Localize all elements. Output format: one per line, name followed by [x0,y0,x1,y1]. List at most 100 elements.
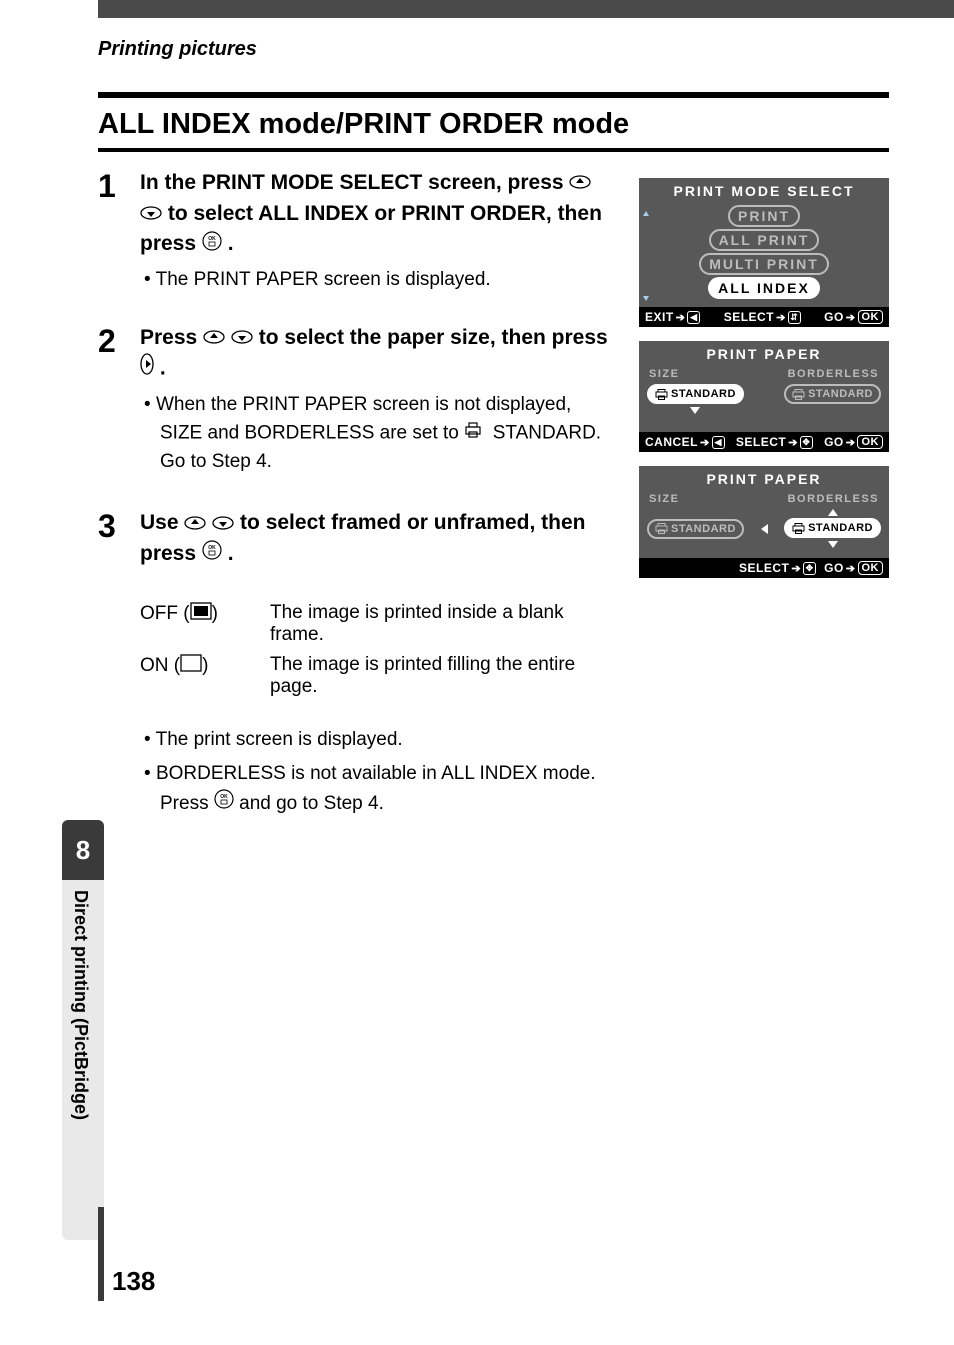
step-number: 3 [98,508,140,697]
ok-key-icon: OK [858,561,884,575]
exit-label: EXIT [645,310,674,324]
screen-mockups: PRINT MODE SELECT PRINT ALL PRINT MULTI … [639,178,889,592]
up-arrow-icon [203,323,225,353]
borderless-standard-pill: STANDARD [784,384,881,404]
page-title: ALL INDEX mode/PRINT ORDER mode [98,108,629,141]
chapter-number: 8 [62,820,104,880]
up-arrow-icon [569,168,591,198]
screen-print-paper-size: PRINT PAPER SIZE BORDERLESS STANDARD STA… [639,341,889,452]
step-2-note: When the PRINT PAPER screen is not displ… [140,391,609,477]
pill-text: STANDARD [808,388,873,400]
size-label: SIZE [649,368,679,380]
step-2-instruction: Press to select the paper size, then pre… [140,323,609,385]
text: OFF ( [140,603,190,624]
scroll-indicator [643,211,646,301]
chapter-tab: 8 Direct printing (PictBridge) [62,820,104,1240]
ok-key-icon: OK [858,310,884,324]
off-label: OFF () [140,602,270,646]
down-arrow-icon [212,509,234,539]
step-3-note-1: The print screen is displayed. [140,726,889,755]
on-row: ON () The image is printed filling the e… [140,654,609,698]
rule-top [98,92,889,98]
text: . [228,542,234,565]
screen-title: PRINT PAPER [639,341,889,366]
on-desc: The image is printed filling the entire … [270,654,609,698]
screen-print-mode-select: PRINT MODE SELECT PRINT ALL PRINT MULTI … [639,178,889,327]
text: ) [212,603,218,624]
screen-footer: SELECT➔✥ GO➔OK [639,558,889,578]
text: Press [140,326,203,349]
left-key-icon: ◀ [712,436,725,449]
printer-icon [464,419,482,448]
up-arrow-icon [184,509,206,539]
printer-icon [792,523,805,534]
screen-print-paper-borderless: PRINT PAPER SIZE BORDERLESS STANDARD STA… [639,466,889,578]
chapter-label: Direct printing (PictBridge) [70,890,91,1120]
screen-footer: EXIT➔◀ SELECT➔⇵ GO➔OK [639,307,889,327]
svg-text:OK: OK [220,794,228,800]
svg-text:OK: OK [208,545,216,551]
menu-item-print: PRINT [728,205,800,227]
text: to select the paper size, then press [259,326,608,349]
text: Press [160,793,214,814]
text: Use [140,511,184,534]
text: and go to Step 4. [239,793,384,814]
step-3-note-2: BORDERLESS is not available in ALL INDEX… [140,760,889,818]
step-3-instruction: Use to select framed or unframed, then p… [140,508,609,569]
borderless-label: BORDERLESS [788,493,879,505]
size-standard-pill: STANDARD [647,384,744,404]
menu-item-all-index: ALL INDEX [708,277,820,299]
off-desc: The image is printed inside a blank fram… [270,602,609,646]
page-number: 138 [112,1266,155,1297]
unframed-icon [180,654,202,678]
screen-title: PRINT MODE SELECT [639,178,889,203]
size-label: SIZE [649,493,679,505]
step-number: 1 [98,168,140,295]
ok-key-icon: OK [857,435,883,449]
off-row: OFF () The image is printed inside a bla… [140,602,609,646]
pill-text: STANDARD [671,388,736,400]
down-triangle-icon [690,407,700,414]
page-bar [98,1207,104,1301]
text: ON ( [140,655,180,676]
menu-item-multi-print: MULTI PRINT [699,253,829,275]
go-label: GO [824,310,844,324]
borderless-standard-pill: STANDARD [784,518,881,538]
step-1-instruction: In the PRINT MODE SELECT screen, press t… [140,168,609,260]
text: . [228,232,234,255]
select-label: SELECT [739,561,789,575]
pill-text: STANDARD [671,523,736,535]
top-bar [98,0,954,18]
step-number: 2 [98,323,140,477]
on-label: ON () [140,654,270,698]
borderless-label: BORDERLESS [788,368,879,380]
text: . [160,356,166,379]
go-label: GO [824,435,844,449]
svg-text:OK: OK [208,236,216,242]
ok-button-icon: OK [214,789,234,819]
ok-button-icon: OK [202,539,222,569]
select-label: SELECT [736,435,786,449]
right-arrow-icon [140,353,154,384]
down-arrow-icon [140,199,162,229]
text: ) [202,655,208,676]
down-triangle-icon [828,541,838,548]
go-label: GO [824,561,844,575]
text: BORDERLESS is not available in ALL INDEX… [156,763,596,784]
breadcrumb: Printing pictures [98,38,257,61]
text: In the PRINT MODE SELECT screen, press [140,171,569,194]
nav-key-icon: ✥ [803,562,816,575]
menu-item-all-print: ALL PRINT [709,229,820,251]
pill-text: STANDARD [808,522,873,534]
size-standard-pill: STANDARD [647,519,744,539]
screen-title: PRINT PAPER [639,466,889,491]
printer-icon [655,523,668,534]
printer-icon [792,389,805,400]
rule-under-title [98,148,889,152]
step-1-note: The PRINT PAPER screen is displayed. [140,266,609,295]
cancel-label: CANCEL [645,435,698,449]
printer-icon [655,389,668,400]
left-key-icon: ◀ [687,311,700,324]
updown-key-icon: ⇵ [788,311,801,324]
ok-button-icon: OK [202,230,222,260]
